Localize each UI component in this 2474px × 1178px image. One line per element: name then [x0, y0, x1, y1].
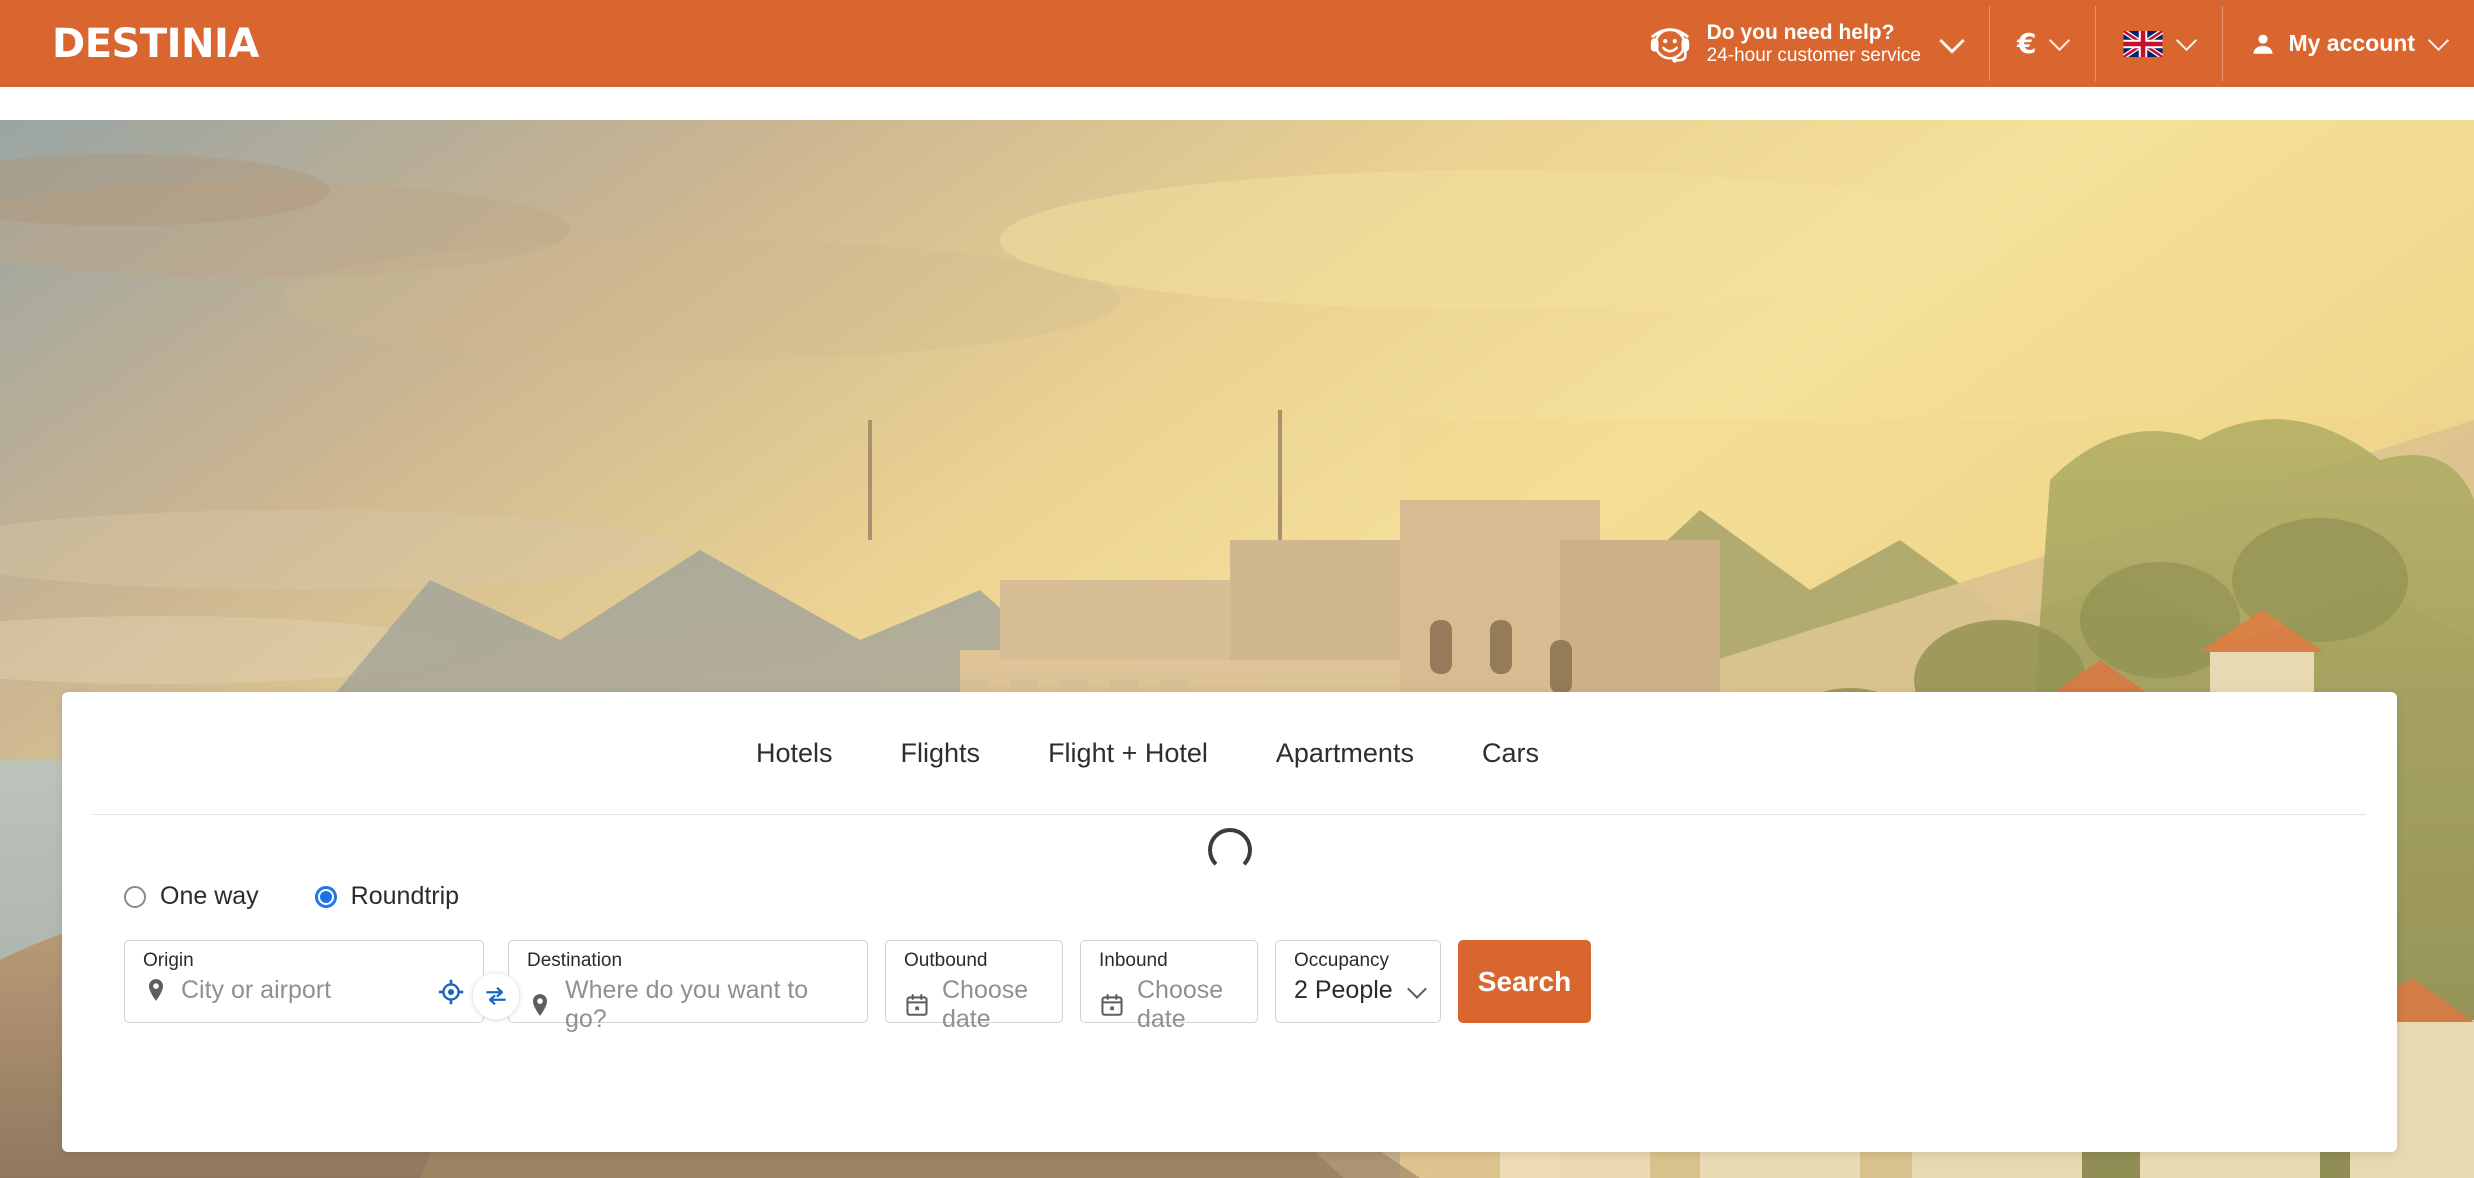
- calendar-icon: [906, 993, 928, 1016]
- tab-flight-hotel[interactable]: Flight + Hotel: [1014, 738, 1242, 769]
- help-text: Do you need help? 24-hour customer servi…: [1707, 21, 1921, 67]
- outbound-label: Outbound: [904, 950, 988, 971]
- uk-flag-icon: [2123, 30, 2164, 57]
- my-account-label: My account: [2288, 30, 2415, 56]
- outbound-placeholder: Choose date: [942, 975, 1029, 1033]
- origin-input-row: City or airport: [143, 976, 469, 1005]
- tab-flights[interactable]: Flights: [867, 738, 1015, 769]
- swap-arrows-icon: [486, 986, 506, 1005]
- tab-apartments[interactable]: Apartments: [1242, 738, 1448, 769]
- outbound-date-field[interactable]: Outbound Choose date: [885, 940, 1063, 1033]
- inbound-input-row: Choose date: [1099, 976, 1243, 1034]
- origin-placeholder: City or airport: [181, 975, 332, 1004]
- language-selector[interactable]: [2095, 0, 2222, 87]
- occupancy-value-row: 2 People: [1294, 976, 1426, 1005]
- loading-spinner-icon: [1207, 828, 1252, 872]
- outbound-input-row: Choose date: [904, 976, 1048, 1034]
- radio-one-way[interactable]: One way: [124, 882, 259, 911]
- tab-hotels[interactable]: Hotels: [722, 738, 867, 769]
- search-fields: Origin City or airport Destination Where…: [124, 940, 1591, 1033]
- header-spacer: [0, 87, 2474, 120]
- trip-type-group: One way Roundtrip: [124, 882, 459, 911]
- swap-origin-destination-button[interactable]: [472, 971, 520, 1020]
- help-menu[interactable]: Do you need help? 24-hour customer servi…: [1619, 0, 1989, 87]
- destination-input-row: Where do you want to go?: [527, 976, 853, 1034]
- destination-placeholder: Where do you want to go?: [565, 975, 809, 1033]
- radio-one-way-label: One way: [160, 882, 259, 910]
- help-title: Do you need help?: [1706, 20, 1895, 44]
- my-location-icon[interactable]: [437, 978, 465, 1006]
- headset-smiley-icon: [1650, 27, 1689, 63]
- currency-selector[interactable]: €: [1988, 0, 2095, 87]
- map-pin-icon: [148, 979, 164, 1002]
- loading-indicator: [62, 828, 2397, 872]
- tabs-divider: [93, 814, 2366, 815]
- tab-cars[interactable]: Cars: [1448, 738, 1573, 769]
- search-tabs: Hotels Flights Flight + Hotel Apartments…: [62, 692, 2397, 814]
- destination-field[interactable]: Destination Where do you want to go?: [508, 940, 868, 1033]
- occupancy-label: Occupancy: [1294, 950, 1390, 971]
- calendar-icon: [1101, 993, 1123, 1016]
- header-right-nav: Do you need help? 24-hour customer servi…: [1619, 0, 2474, 87]
- help-subtitle: 24-hour customer service: [1706, 44, 1921, 66]
- search-button[interactable]: Search: [1458, 940, 1591, 1023]
- occupancy-value: 2 People: [1294, 975, 1393, 1004]
- chevron-down-icon: [2427, 29, 2450, 52]
- euro-symbol: €: [2016, 27, 2037, 60]
- chevron-down-icon: [2049, 29, 2071, 52]
- radio-circle-selected-icon: [314, 885, 337, 908]
- radio-circle-icon: [124, 885, 146, 908]
- search-card: Hotels Flights Flight + Hotel Apartments…: [62, 692, 2397, 1152]
- person-icon: [2253, 34, 2274, 54]
- map-pin-icon: [532, 994, 548, 1016]
- my-account-menu[interactable]: My account: [2222, 0, 2474, 87]
- destination-label: Destination: [527, 950, 623, 971]
- occupancy-field[interactable]: Occupancy 2 People: [1275, 940, 1441, 1023]
- site-header: Destinia Do you need help? 24-hour custo…: [0, 0, 2474, 87]
- radio-roundtrip-label: Roundtrip: [350, 882, 460, 910]
- origin-label: Origin: [143, 950, 194, 971]
- chevron-down-icon: [2176, 29, 2198, 52]
- destinia-logo[interactable]: Destinia: [52, 21, 259, 67]
- inbound-date-field[interactable]: Inbound Choose date: [1080, 940, 1258, 1033]
- inbound-label: Inbound: [1099, 950, 1168, 971]
- chevron-down-icon: [1939, 27, 1965, 54]
- radio-roundtrip[interactable]: Roundtrip: [314, 882, 460, 911]
- inbound-placeholder: Choose date: [1137, 975, 1224, 1033]
- origin-field[interactable]: Origin City or airport: [124, 940, 484, 1023]
